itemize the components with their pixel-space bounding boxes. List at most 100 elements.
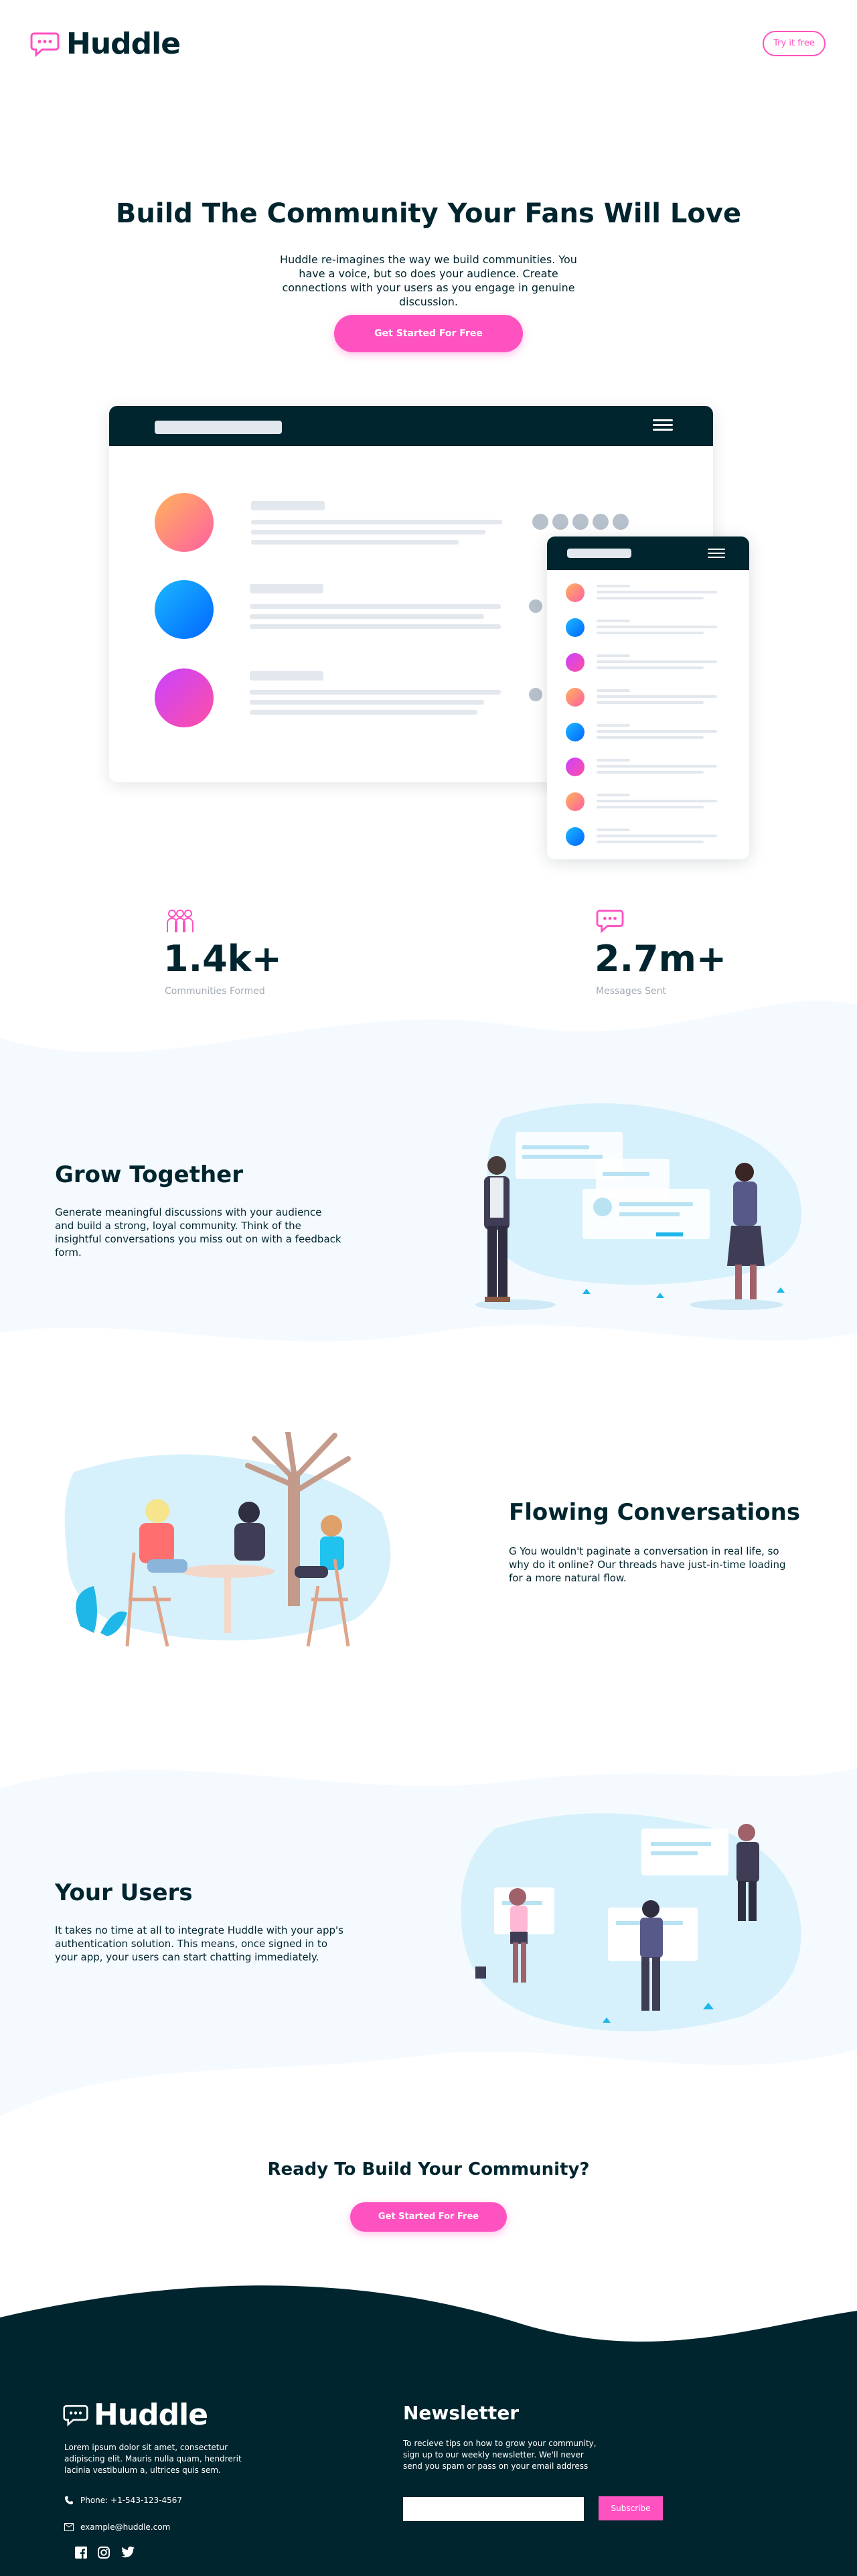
- cta-title: Ready To Build Your Community?: [267, 2159, 590, 2179]
- placeholder-line: [597, 585, 630, 587]
- newsletter-title: Newsletter: [403, 2402, 520, 2424]
- get-started-button[interactable]: Get Started For Free: [334, 315, 523, 352]
- placeholder-line: [250, 700, 484, 705]
- hamburger-icon: [653, 419, 673, 433]
- mail-icon: [64, 2523, 74, 2531]
- mockup-title-placeholder: [155, 421, 282, 434]
- avatar: [566, 618, 585, 637]
- email-address[interactable]: example@huddle.com: [80, 2522, 170, 2532]
- brand-name: Huddle: [66, 27, 181, 61]
- placeholder-line: [597, 660, 717, 663]
- avatar: [155, 668, 214, 727]
- phone-icon: [65, 2496, 73, 2504]
- twitter-icon[interactable]: [121, 2547, 135, 2558]
- placeholder-line: [251, 501, 325, 510]
- status-dot: [552, 514, 568, 530]
- placeholder-line: [597, 695, 717, 698]
- status-dot: [529, 599, 542, 613]
- status-dot: [529, 688, 542, 701]
- avatar: [566, 653, 585, 672]
- placeholder-line: [251, 520, 502, 524]
- instagram-icon[interactable]: [98, 2547, 110, 2559]
- feature-title: Grow Together: [55, 1161, 243, 1188]
- feature-text: G You wouldn't paginate a conversation i…: [509, 1545, 786, 1584]
- avatar: [566, 758, 585, 776]
- mobile-mockup-illustration: [547, 536, 749, 859]
- placeholder-line: [250, 710, 477, 715]
- footer-logo[interactable]: Huddle: [63, 2398, 208, 2432]
- avatar: [566, 723, 585, 741]
- status-dot: [532, 514, 548, 530]
- placeholder-line: [597, 689, 630, 692]
- feature-title: Your Users: [55, 1879, 193, 1906]
- hero-text: Huddle re-imagines the way we build comm…: [280, 253, 577, 308]
- placeholder-line: [597, 794, 630, 796]
- avatar: [566, 688, 585, 707]
- avatar: [566, 792, 585, 811]
- placeholder-line: [597, 632, 704, 634]
- placeholder-line: [597, 620, 630, 622]
- status-dot: [613, 514, 629, 530]
- users-icon: [167, 910, 193, 932]
- newsletter-text: To recieve tips on how to grow your comm…: [403, 2439, 597, 2471]
- subscribe-button[interactable]: Subscribe: [599, 2496, 663, 2520]
- footer-phone: Phone: +1-543-123-4567: [64, 2496, 182, 2505]
- feature-text: It takes no time at all to integrate Hud…: [55, 1924, 343, 1963]
- placeholder-line: [597, 701, 704, 704]
- placeholder-line: [597, 730, 717, 733]
- placeholder-line: [597, 771, 704, 774]
- placeholder-line: [597, 835, 717, 837]
- placeholder-line: [250, 624, 501, 629]
- mockup-navbar: [109, 406, 713, 446]
- placeholder-line: [597, 829, 630, 831]
- placeholder-line: [597, 806, 704, 808]
- placeholder-line: [251, 530, 485, 534]
- placeholder-line: [250, 671, 323, 681]
- messages-label: Messages Sent: [596, 986, 666, 997]
- hamburger-icon: [708, 549, 725, 562]
- feature-text: Generate meaningful discussions with you…: [55, 1206, 341, 1259]
- newsletter-email-input[interactable]: [403, 2497, 584, 2521]
- placeholder-line: [597, 597, 704, 599]
- chat-bubble-icon: [596, 910, 624, 934]
- status-dot: [572, 514, 589, 530]
- try-it-free-button[interactable]: Try it free: [763, 31, 826, 56]
- logo[interactable]: Huddle: [30, 27, 181, 61]
- placeholder-line: [597, 591, 717, 593]
- chat-bubble-icon: [63, 2405, 88, 2427]
- facebook-icon[interactable]: [75, 2547, 87, 2559]
- cta-get-started-button[interactable]: Get Started For Free: [350, 2202, 507, 2232]
- avatar: [155, 493, 214, 552]
- placeholder-line: [597, 736, 704, 739]
- grow-together-illustration: [475, 1103, 801, 1310]
- your-users-illustration: [461, 1813, 801, 2031]
- mobile-mockup-navbar: [547, 536, 749, 570]
- placeholder-line: [597, 765, 717, 768]
- footer-brand-name: Huddle: [94, 2398, 208, 2432]
- placeholder-line: [597, 654, 630, 657]
- placeholder-line: [597, 800, 717, 802]
- chat-bubble-icon: [30, 32, 60, 57]
- footer-about-text: Lorem ipsum dolor sit amet, consectetur …: [64, 2443, 242, 2475]
- messages-count: 2.7m+: [595, 938, 727, 980]
- placeholder-line: [597, 759, 630, 762]
- avatar: [566, 827, 585, 846]
- footer-email: example@huddle.com: [64, 2522, 170, 2532]
- flowing-conversations-illustration: [64, 1432, 391, 1647]
- mockup-title-placeholder: [567, 549, 631, 558]
- placeholder-line: [251, 540, 459, 545]
- placeholder-line: [250, 690, 501, 695]
- avatar: [155, 580, 214, 639]
- placeholder-line: [597, 724, 630, 727]
- placeholder-line: [250, 614, 484, 619]
- phone-number: Phone: +1-543-123-4567: [80, 2496, 183, 2505]
- avatar: [566, 583, 585, 602]
- status-dot: [593, 514, 609, 530]
- placeholder-line: [597, 666, 704, 669]
- hero-title: Build The Community Your Fans Will Love: [115, 198, 742, 229]
- feature-title: Flowing Conversations: [509, 1499, 801, 1526]
- communities-count: 1.4k+: [163, 938, 282, 980]
- placeholder-line: [597, 626, 717, 628]
- placeholder-line: [597, 841, 704, 843]
- site-header: Huddle Try it free: [0, 0, 857, 87]
